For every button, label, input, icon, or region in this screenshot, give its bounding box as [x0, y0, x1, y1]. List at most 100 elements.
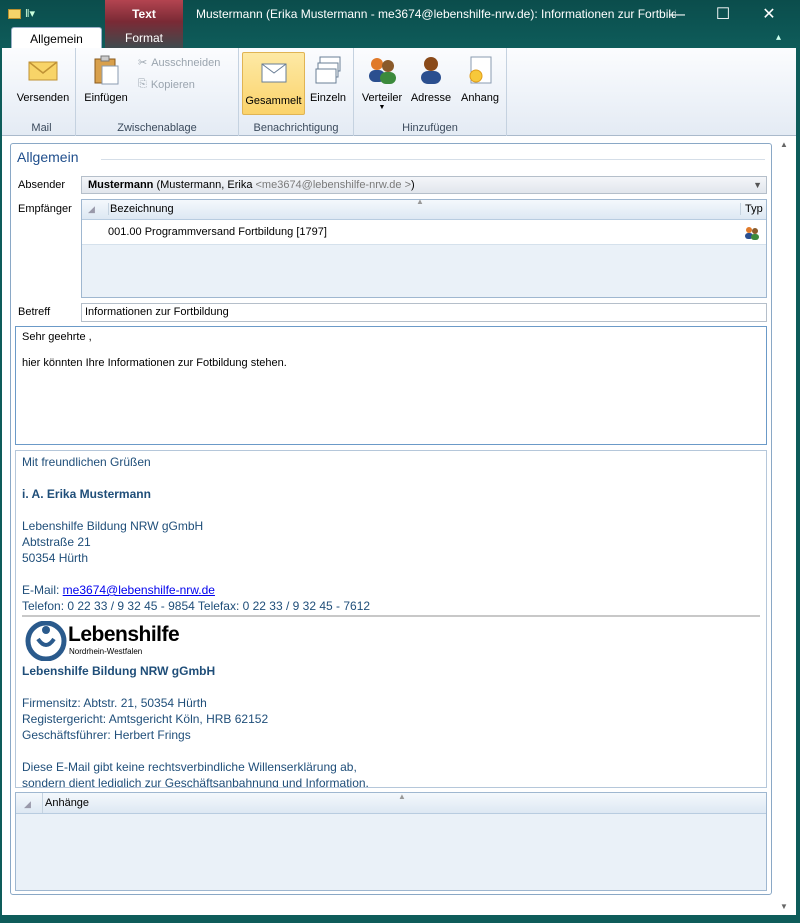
lebenshilfe-logo: Lebenshilfe Nordrhein-Westfalen: [22, 621, 760, 661]
sig-name: i. A. Erika Mustermann: [22, 487, 151, 501]
recipient-name: 001.00 Programmversand Fortbildung [1797…: [108, 226, 327, 238]
paste-button[interactable]: Einfügen: [80, 54, 132, 104]
section-title: Allgemein: [17, 149, 79, 165]
subject-label: Betreff: [18, 306, 51, 318]
paste-icon: [90, 54, 122, 86]
envelope-icon: [27, 54, 59, 86]
sig-divider: [22, 615, 760, 617]
sig-greeting: Mit freundlichen Grüßen: [22, 455, 151, 469]
group-add: Verteiler ▼ Adresse Anhang Hinzufügen: [354, 48, 507, 136]
sender-close: ): [411, 179, 415, 191]
scissors-icon: ✂: [138, 57, 148, 69]
quick-access-toolbar: ‖▾: [8, 7, 35, 20]
address-label: Adresse: [410, 92, 452, 104]
column-header-typ[interactable]: Typ: [740, 203, 763, 215]
window-right-border: [796, 48, 800, 918]
sender-address: <me3674@lebenshilfe-nrw.de >: [255, 179, 412, 191]
single-button[interactable]: Einzeln: [307, 54, 349, 104]
group-people-icon: [366, 54, 398, 86]
send-label: Versenden: [16, 92, 70, 104]
address-button[interactable]: Adresse: [408, 54, 454, 104]
sender-detail: (Mustermann, Erika: [153, 179, 256, 191]
group-type-icon: [744, 225, 760, 249]
message-body-editor[interactable]: Sehr geehrte , hier könnten Ihre Informa…: [15, 326, 767, 445]
grip-icon: ‖▾: [25, 8, 36, 20]
copy-label: Kopieren: [150, 78, 195, 91]
cut-button[interactable]: ✂ Ausschneiden: [138, 56, 221, 70]
collected-icon: [258, 57, 290, 89]
body-salutation: Sehr geehrte ,: [22, 331, 92, 343]
section-divider: [101, 159, 765, 160]
sig-email-label: E-Mail:: [22, 583, 63, 597]
signature-area[interactable]: Mit freundlichen Grüßen i. A. Erika Must…: [15, 450, 767, 788]
single-icon: [312, 54, 344, 86]
sender-select[interactable]: Mustermann (Mustermann, Erika <me3674@le…: [81, 176, 767, 194]
single-label: Einzeln: [309, 92, 347, 104]
group-mail: Versenden Mail: [8, 48, 76, 136]
group-label-mail: Mail: [31, 122, 52, 134]
sig-email-link[interactable]: me3674@lebenshilfe-nrw.de: [63, 583, 215, 597]
column-header-bezeichnung[interactable]: Bezeichnung: [108, 203, 174, 215]
distribution-label: Verteiler: [361, 92, 403, 104]
recipient-table-header: ◢ Bezeichnung ▲ Typ: [82, 197, 766, 220]
attachments-table: ◢ Anhänge ▲: [15, 792, 767, 891]
group-label-notification: Benachrichtigung: [253, 122, 339, 134]
window-title: Mustermann (Erika Mustermann - me3674@le…: [196, 7, 676, 21]
sig-disclaimer-2: sondern dient lediglich zur Geschäftsanb…: [22, 776, 369, 788]
body-text: hier könnten Ihre Informationen zur Fotb…: [22, 357, 287, 369]
tab-allgemein[interactable]: Allgemein: [11, 27, 102, 49]
maximize-button[interactable]: ☐: [708, 6, 738, 24]
select-all-icon[interactable]: ◢: [88, 204, 95, 215]
person-icon: [415, 54, 447, 86]
attachments-header: ◢ Anhänge ▲: [16, 792, 766, 814]
recipient-label: Empfänger: [18, 203, 72, 215]
context-tab-label: Text: [132, 7, 156, 21]
window-left-border: [0, 48, 2, 918]
sig-org-bold: Lebenshilfe Bildung NRW gGmbH: [22, 664, 216, 678]
subject-input[interactable]: Informationen zur Fortbildung: [81, 303, 767, 322]
minimize-button[interactable]: —: [662, 6, 692, 24]
mail-icon[interactable]: [8, 8, 21, 19]
recipient-table: ◢ Bezeichnung ▲ Typ 001.00 Programmversa…: [81, 197, 767, 298]
column-header-attachments[interactable]: Anhänge: [42, 793, 89, 813]
attachment-button[interactable]: Anhang: [456, 54, 504, 104]
cut-label: Ausschneiden: [151, 56, 221, 69]
sort-arrow-icon: ▲: [416, 197, 424, 206]
paste-label: Einfügen: [84, 92, 128, 104]
sort-arrow-icon: ▲: [398, 792, 406, 801]
copy-icon: ⎘: [138, 78, 147, 90]
chevron-down-icon[interactable]: ▼: [753, 177, 762, 193]
close-button[interactable]: ✕: [754, 6, 784, 24]
group-notification: Gesammelt Einzeln Benachrichtigung: [239, 48, 354, 136]
window-bottom-border: [0, 915, 800, 923]
collected-label: Gesammelt: [245, 95, 302, 107]
general-panel: Allgemein Absender Mustermann (Musterman…: [10, 143, 772, 895]
logo-text: Lebenshilfe: [68, 623, 180, 646]
sig-seat: Firmensitz: Abtstr. 21, 50354 Hürth: [22, 696, 207, 710]
sig-phone: Telefon: 0 22 33 / 9 32 45 - 9854 Telefa…: [22, 599, 371, 613]
sig-street: Abtstraße 21: [22, 535, 91, 549]
distribution-button[interactable]: Verteiler ▼: [358, 54, 406, 112]
scroll-up-arrow-icon[interactable]: ▲: [780, 140, 788, 149]
group-label-add: Hinzufügen: [402, 122, 458, 134]
sig-disclaimer-1: Diese E-Mail gibt keine rechtsverbindlic…: [22, 760, 357, 774]
sig-org: Lebenshilfe Bildung NRW gGmbH: [22, 519, 204, 533]
group-clipboard: Einfügen ✂ Ausschneiden ⎘ Kopieren Zwisc…: [76, 48, 239, 136]
tab-format[interactable]: Format: [105, 27, 183, 49]
send-button[interactable]: Versenden: [12, 54, 74, 104]
dropdown-arrow-icon: ▼: [378, 104, 386, 111]
collected-button[interactable]: Gesammelt: [242, 52, 305, 115]
group-label-clipboard: Zwischenablage: [117, 122, 197, 134]
sig-register: Registergericht: Amtsgericht Köln, HRB 6…: [22, 712, 269, 726]
sender-name: Mustermann: [88, 179, 154, 191]
copy-button[interactable]: ⎘ Kopieren: [138, 78, 195, 91]
sender-label: Absender: [18, 179, 66, 191]
table-row[interactable]: 001.00 Programmversand Fortbildung [1797…: [82, 220, 766, 245]
scroll-down-arrow-icon[interactable]: ▼: [780, 902, 788, 911]
attachment-label: Anhang: [461, 92, 499, 104]
sig-city: 50354 Hürth: [22, 551, 89, 565]
ribbon-minimize-icon[interactable]: ▴: [776, 32, 781, 43]
select-all-icon[interactable]: ◢: [24, 794, 31, 814]
attachment-icon: [464, 54, 496, 86]
ribbon: Versenden Mail Einfügen ✂ Ausschneiden ⎘…: [0, 48, 800, 136]
